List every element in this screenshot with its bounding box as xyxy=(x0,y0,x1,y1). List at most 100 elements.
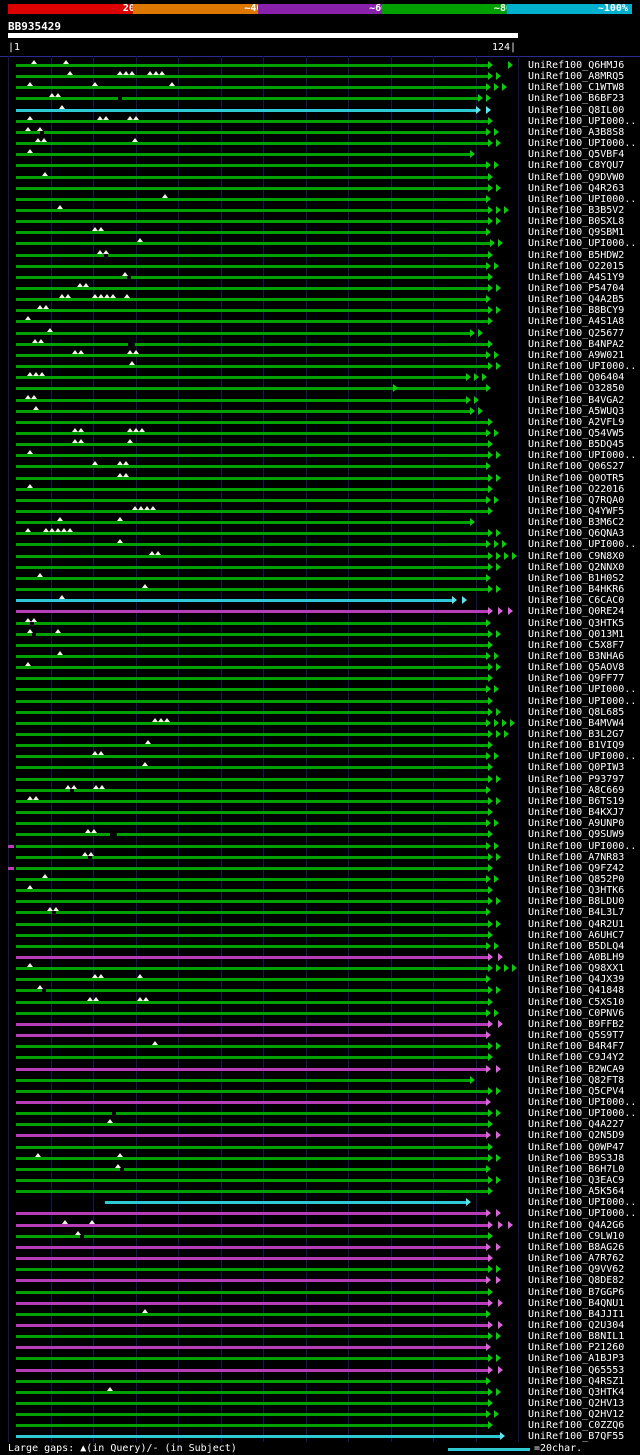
alignment-bar[interactable] xyxy=(16,1357,488,1361)
alignment-row[interactable]: UniRef100_B4JJI1 xyxy=(0,1308,640,1320)
alignment-row[interactable]: UniRef100_B6BF23 xyxy=(0,93,640,104)
alignment-bar[interactable] xyxy=(16,855,488,859)
alignment-bar[interactable] xyxy=(16,287,488,290)
alignment-row[interactable]: UniRef100_C9LW10 xyxy=(0,1230,640,1242)
alignment-bar[interactable] xyxy=(16,599,452,603)
alignment-bar[interactable] xyxy=(16,677,488,681)
hit-label[interactable]: UniRef100_C8YQU7 xyxy=(528,160,624,171)
alignment-row[interactable]: UniRef100_Q4A2G6 xyxy=(0,1219,640,1231)
alignment-row[interactable]: UniRef100_Q2HV12 xyxy=(0,1409,640,1420)
alignment-row[interactable]: UniRef100_UPI000.. xyxy=(0,696,640,707)
hit-label[interactable]: UniRef100_UPI000.. xyxy=(528,1208,636,1219)
hit-label[interactable]: UniRef100_B4JJI1 xyxy=(528,1309,624,1320)
alignment-bar[interactable] xyxy=(16,309,488,313)
alignment-bar[interactable] xyxy=(16,1156,488,1160)
alignment-row[interactable]: UniRef100_UPI000.. xyxy=(0,115,640,127)
hit-label[interactable]: UniRef100_Q4A227 xyxy=(528,1119,624,1130)
alignment-row[interactable]: UniRef100_Q9SUW9 xyxy=(0,829,640,840)
hit-label[interactable]: UniRef100_B8LDU0 xyxy=(528,896,624,907)
hit-label[interactable]: UniRef100_Q4A2B5 xyxy=(528,294,624,305)
hit-label[interactable]: UniRef100_B3B5V2 xyxy=(528,205,624,216)
hit-label[interactable]: UniRef100_Q06404 xyxy=(528,372,624,383)
alignment-row[interactable]: UniRef100_B4HKR6 xyxy=(0,584,640,595)
hit-label[interactable]: UniRef100_B6H7L0 xyxy=(528,1164,624,1175)
hit-label[interactable]: UniRef100_UPI000.. xyxy=(528,841,636,852)
alignment-row[interactable]: UniRef100_UPI000.. xyxy=(0,684,640,695)
hit-label[interactable]: UniRef100_Q3HTK6 xyxy=(528,885,624,896)
hit-label[interactable]: UniRef100_Q2NNX0 xyxy=(528,562,624,573)
alignment-bar[interactable] xyxy=(16,353,486,357)
alignment-bar[interactable] xyxy=(16,465,486,469)
hit-label[interactable]: UniRef100_A0BLH9 xyxy=(528,952,624,963)
alignment-bar[interactable] xyxy=(16,431,486,435)
alignment-bar[interactable] xyxy=(16,387,486,391)
alignment-bar[interactable] xyxy=(16,253,488,257)
alignment-bar[interactable] xyxy=(16,1223,488,1227)
alignment-row[interactable]: UniRef100_Q9SBM1 xyxy=(0,227,640,238)
alignment-row[interactable]: UniRef100_A7R762 xyxy=(0,1253,640,1264)
hit-label[interactable]: UniRef100_B2WCA9 xyxy=(528,1064,624,1075)
alignment-bar[interactable] xyxy=(16,1011,486,1015)
alignment-row[interactable]: UniRef100_B4R4F7 xyxy=(0,1041,640,1052)
alignment-row[interactable]: UniRef100_Q5AOV8 xyxy=(0,662,640,673)
hit-label[interactable]: UniRef100_B8NIL1 xyxy=(528,1331,624,1342)
alignment-bar[interactable] xyxy=(16,1390,488,1394)
alignment-row[interactable]: UniRef100_UPI000.. xyxy=(0,841,640,852)
alignment-row[interactable]: UniRef100_Q3HTK5 xyxy=(0,617,640,629)
alignment-bar[interactable] xyxy=(16,799,488,803)
alignment-row[interactable]: UniRef100_A8MRQ5 xyxy=(0,71,640,82)
hit-label[interactable]: UniRef100_Q5VBF4 xyxy=(528,149,624,160)
alignment-bar[interactable] xyxy=(105,1201,466,1205)
alignment-bar[interactable] xyxy=(16,1379,486,1383)
alignment-row[interactable]: UniRef100_B9FFB2 xyxy=(0,1019,640,1030)
alignment-row[interactable]: UniRef100_B4MVW4 xyxy=(0,717,640,729)
hit-label[interactable]: UniRef100_Q54VW5 xyxy=(528,428,624,439)
alignment-row[interactable]: UniRef100_B6TS19 xyxy=(0,795,640,807)
alignment-bar[interactable] xyxy=(16,1045,488,1049)
hit-label[interactable]: UniRef100_C5XS10 xyxy=(528,997,624,1008)
alignment-bar[interactable] xyxy=(16,777,488,781)
hit-label[interactable]: UniRef100_Q9FF77 xyxy=(528,673,624,684)
alignment-row[interactable]: UniRef100_C9N8X0 xyxy=(0,550,640,562)
alignment-bar[interactable] xyxy=(16,900,488,904)
alignment-bar[interactable] xyxy=(16,610,488,614)
alignment-bar[interactable] xyxy=(16,1257,488,1261)
alignment-row[interactable]: UniRef100_Q9FF77 xyxy=(0,673,640,684)
alignment-row[interactable]: UniRef100_Q0WP47 xyxy=(0,1142,640,1153)
alignment-row[interactable]: UniRef100_B4KXJ7 xyxy=(0,807,640,818)
alignment-row[interactable]: UniRef100_Q4RSZ1 xyxy=(0,1376,640,1387)
alignment-row[interactable]: UniRef100_A1BJP3 xyxy=(0,1353,640,1364)
alignment-row[interactable]: UniRef100_B8LDU0 xyxy=(0,896,640,907)
alignment-bar[interactable] xyxy=(16,733,488,736)
alignment-row[interactable]: UniRef100_B3M6C2 xyxy=(0,517,640,528)
alignment-bar[interactable] xyxy=(16,956,488,959)
hit-label[interactable]: UniRef100_A5K564 xyxy=(528,1186,624,1197)
alignment-row[interactable]: UniRef100_A9W021 xyxy=(0,349,640,361)
alignment-bar[interactable] xyxy=(16,1022,488,1026)
hit-label[interactable]: UniRef100_B5HDW2 xyxy=(528,250,624,261)
alignment-row[interactable]: UniRef100_Q3HTK4 xyxy=(0,1386,640,1398)
alignment-bar[interactable] xyxy=(16,75,488,79)
alignment-row[interactable]: UniRef100_A7NR83 xyxy=(0,851,640,863)
hit-label[interactable]: UniRef100_Q41848 xyxy=(528,985,624,996)
alignment-row[interactable]: UniRef100_Q41848 xyxy=(0,985,640,996)
alignment-bar[interactable] xyxy=(16,788,486,792)
hit-label[interactable]: UniRef100_UPI000.. xyxy=(528,1097,636,1108)
hit-label[interactable]: UniRef100_C9LW10 xyxy=(528,1231,624,1242)
hit-label[interactable]: UniRef100_B4KXJ7 xyxy=(528,807,624,818)
hit-label[interactable]: UniRef100_B1VIQ9 xyxy=(528,740,624,751)
alignment-bar[interactable] xyxy=(16,1000,488,1004)
alignment-row[interactable]: UniRef100_Q4A2B5 xyxy=(0,294,640,305)
hit-label[interactable]: UniRef100_Q852P0 xyxy=(528,874,624,885)
alignment-bar[interactable] xyxy=(16,197,486,201)
hit-label[interactable]: UniRef100_Q82FT8 xyxy=(528,1075,624,1086)
alignment-row[interactable]: UniRef100_C6CAC0 xyxy=(0,595,640,606)
alignment-bar[interactable] xyxy=(16,365,488,369)
alignment-row[interactable]: UniRef100_P54704 xyxy=(0,283,640,294)
alignment-row[interactable]: UniRef100_Q98XX1 xyxy=(0,963,640,974)
alignment-row[interactable]: UniRef100_Q2HV13 xyxy=(0,1398,640,1409)
alignment-row[interactable]: UniRef100_Q8IL00 xyxy=(0,104,640,116)
hit-label[interactable]: UniRef100_Q2U304 xyxy=(528,1320,624,1331)
hit-label[interactable]: UniRef100_B6TS19 xyxy=(528,796,624,807)
alignment-bar[interactable] xyxy=(16,487,488,491)
